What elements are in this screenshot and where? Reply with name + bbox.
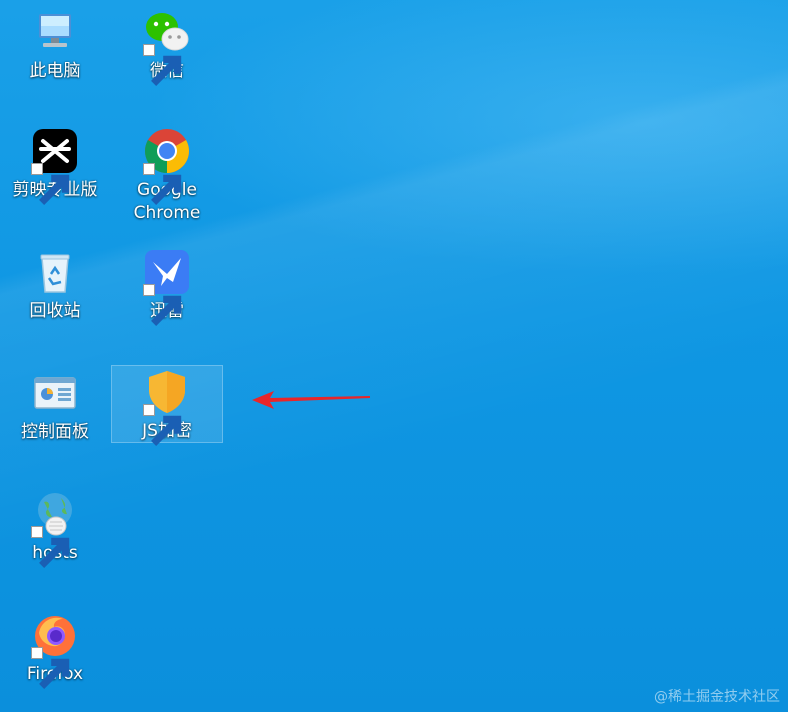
desktop-icon-firefox[interactable]: Firefox: [0, 611, 110, 689]
shortcut-arrow-icon: [143, 404, 182, 446]
recycle-bin-icon: [31, 248, 79, 296]
firefox-icon: [31, 611, 79, 689]
annotation-arrow-icon: [252, 391, 370, 409]
shortcut-arrow-icon: [143, 44, 182, 86]
desktop-icon-chrome[interactable]: Google Chrome: [112, 127, 222, 225]
thunder-icon: [143, 248, 191, 326]
shield-icon: [143, 368, 191, 446]
shortcut-arrow-icon: [31, 647, 70, 689]
chrome-icon: [143, 127, 191, 205]
shortcut-arrow-icon: [31, 526, 70, 568]
desktop-icon-wechat[interactable]: 微信: [112, 8, 222, 86]
icon-label: 控制面板: [21, 422, 89, 442]
desktop-icon-capcut[interactable]: 剪映专业版: [0, 127, 110, 205]
desktop-icon-js-encrypt[interactable]: JS加密: [111, 365, 223, 446]
icon-label: 回收站: [29, 301, 81, 321]
computer-icon: [31, 8, 79, 56]
shortcut-arrow-icon: [31, 163, 70, 205]
globe-document-icon: [31, 490, 79, 568]
watermark: @稀土掘金技术社区: [654, 689, 780, 705]
desktop[interactable]: 此电脑 微信 剪映专业版 Google Chrome 回收站 迅雷 控制面板 J…: [0, 0, 788, 712]
shortcut-arrow-icon: [143, 163, 182, 205]
control-panel-icon: [31, 369, 79, 417]
shortcut-arrow-icon: [143, 284, 182, 326]
desktop-icon-hosts[interactable]: hosts: [0, 490, 110, 568]
capcut-icon: [31, 127, 79, 205]
wechat-icon: [143, 8, 191, 86]
desktop-icon-this-pc[interactable]: 此电脑: [0, 8, 110, 83]
icon-label: 此电脑: [29, 61, 81, 81]
desktop-icon-control-panel[interactable]: 控制面板: [0, 369, 110, 444]
desktop-icon-recycle-bin[interactable]: 回收站: [0, 248, 110, 323]
desktop-icon-thunder[interactable]: 迅雷: [112, 248, 222, 326]
